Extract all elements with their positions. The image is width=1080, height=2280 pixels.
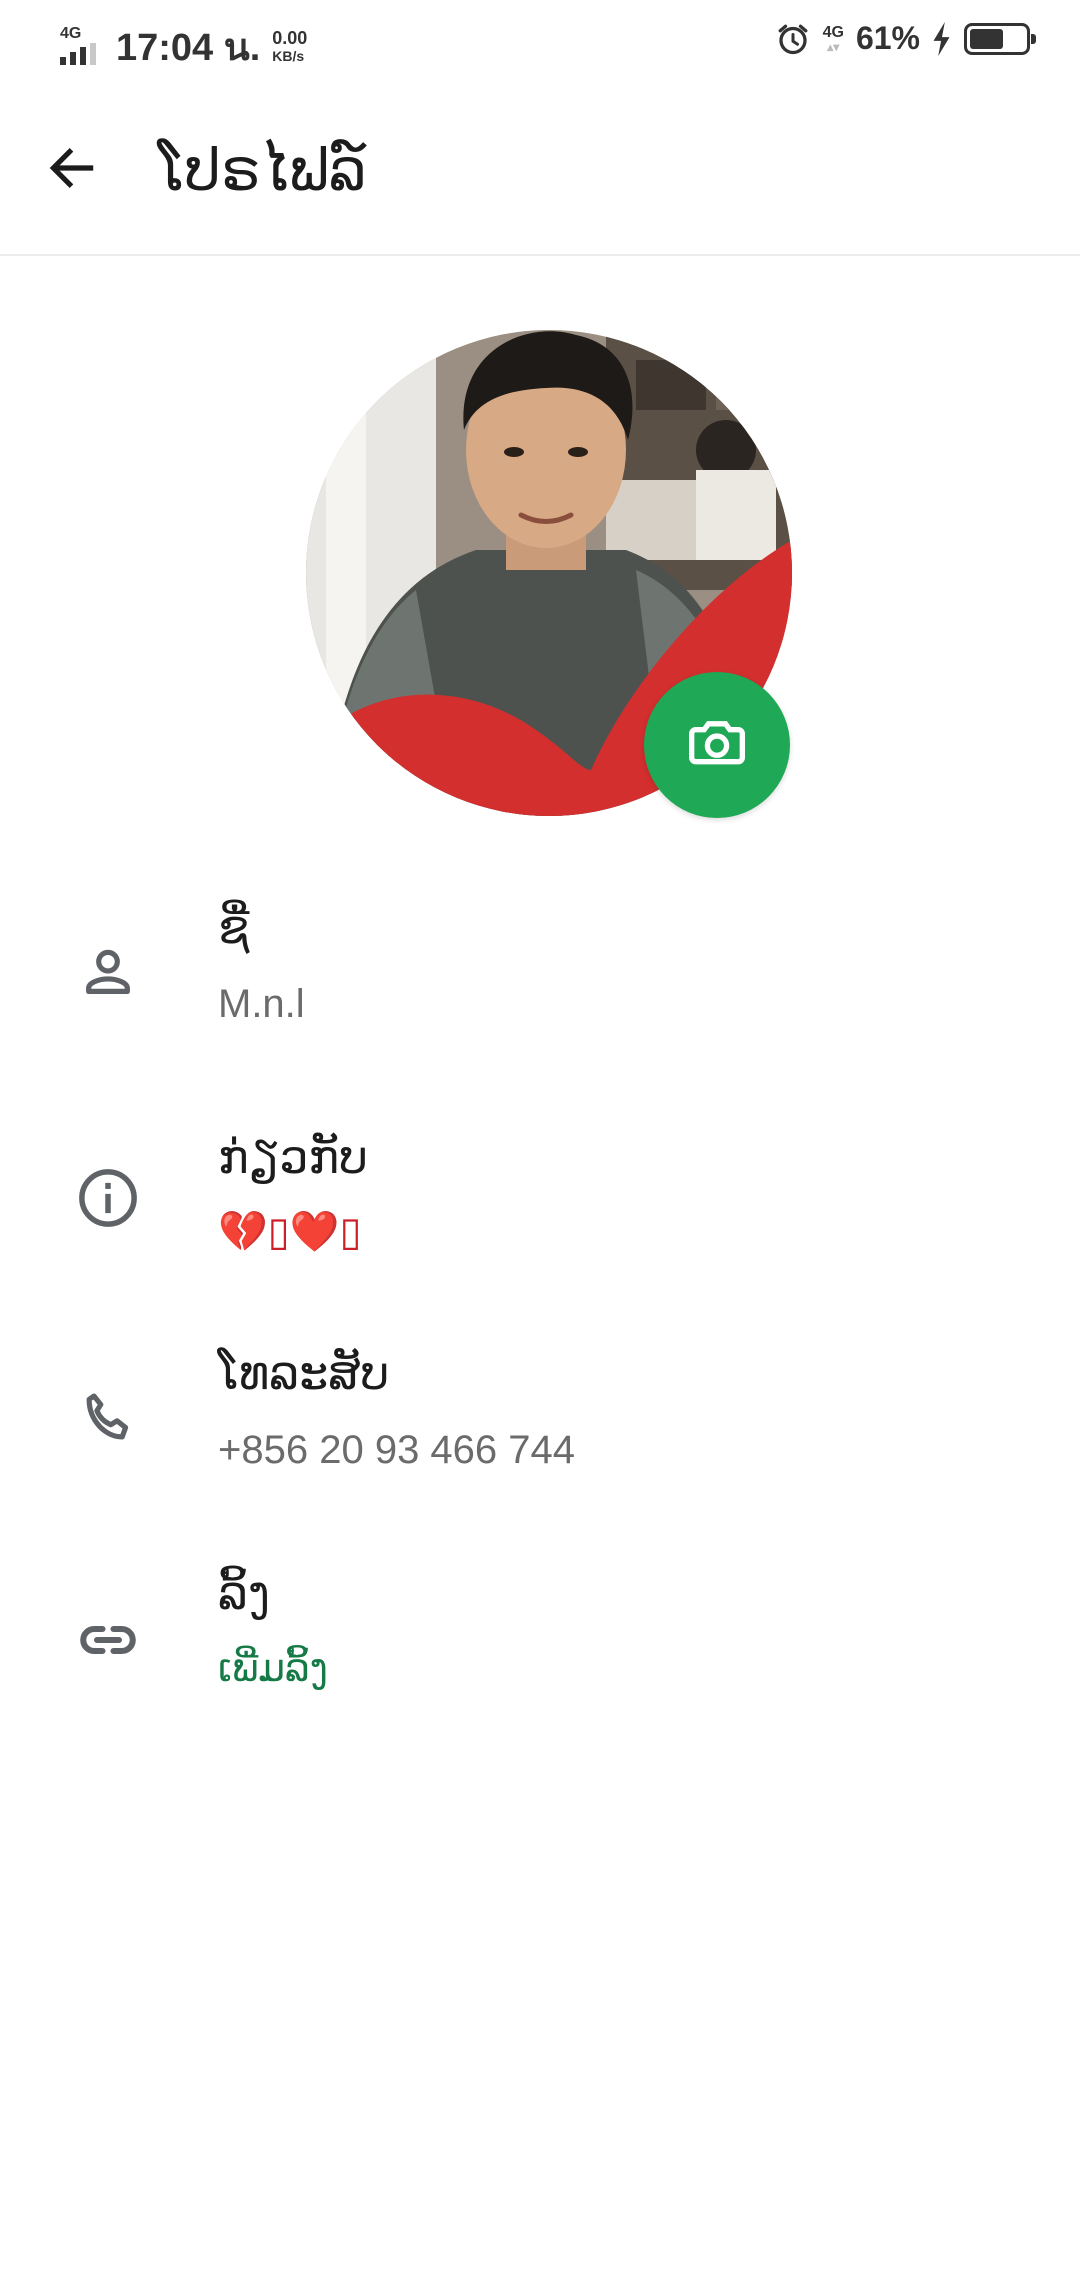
name-row[interactable]: ຊື່ M.n.l — [0, 890, 1080, 1070]
link-label: ລິ້ງ — [218, 1566, 271, 1620]
signal-icon: 4G — [58, 23, 106, 71]
mobile-data-indicator: 4G ▴▾ — [822, 23, 844, 54]
page-title: ໂປຣໄຟລ໌ — [158, 136, 367, 204]
phone-icon — [70, 1380, 146, 1456]
about-label: ກ່ຽວກັບ — [218, 1130, 369, 1184]
network-speed-value: 0.00 — [272, 27, 308, 48]
network-type-label: 4G — [60, 24, 82, 42]
about-value: 💔▯❤️▯ — [218, 1209, 362, 1255]
info-icon — [70, 1160, 146, 1236]
battery-percent: 61% — [855, 20, 920, 56]
add-link-button[interactable]: ເພີ່ມລິ້ງ — [218, 1646, 328, 1690]
camera-icon — [685, 711, 749, 779]
network-type-right: 4G — [822, 23, 844, 41]
battery-icon — [964, 22, 1036, 55]
person-icon — [70, 934, 146, 1010]
arrow-left-icon — [44, 140, 100, 200]
clock: 17:04 น. — [116, 27, 261, 69]
change-photo-button[interactable] — [644, 672, 790, 818]
phone-value: +856 20 93 466 744 — [218, 1428, 576, 1472]
app-bar: ໂປຣໄຟລ໌ — [0, 84, 1080, 256]
network-speed: 0.00 KB/s — [272, 29, 307, 65]
phone-row[interactable]: ໂທລະສັບ +856 20 93 466 744 — [0, 1330, 1080, 1510]
charging-icon — [932, 21, 952, 56]
phone-label: ໂທລະສັບ — [218, 1346, 390, 1400]
link-row[interactable]: ລິ້ງ ເພີ່ມລິ້ງ — [0, 1550, 1080, 1730]
status-bar-left: 4G 17:04 น. 0.00 KB/s — [58, 16, 307, 77]
status-bar-right: 4G ▴▾ 61% — [775, 20, 1036, 57]
back-button[interactable] — [30, 128, 114, 212]
link-icon — [70, 1602, 146, 1678]
network-speed-unit: KB/s — [272, 47, 305, 64]
profile-photo-section — [306, 330, 792, 818]
about-row[interactable]: ກ່ຽວກັບ 💔▯❤️▯ — [0, 1110, 1080, 1290]
alarm-icon — [775, 21, 811, 57]
name-label: ຊື່ — [218, 900, 250, 954]
status-bar: 4G 17:04 น. 0.00 KB/s 4G ▴▾ 61% — [0, 0, 1080, 84]
name-value: M.n.l — [218, 982, 305, 1026]
